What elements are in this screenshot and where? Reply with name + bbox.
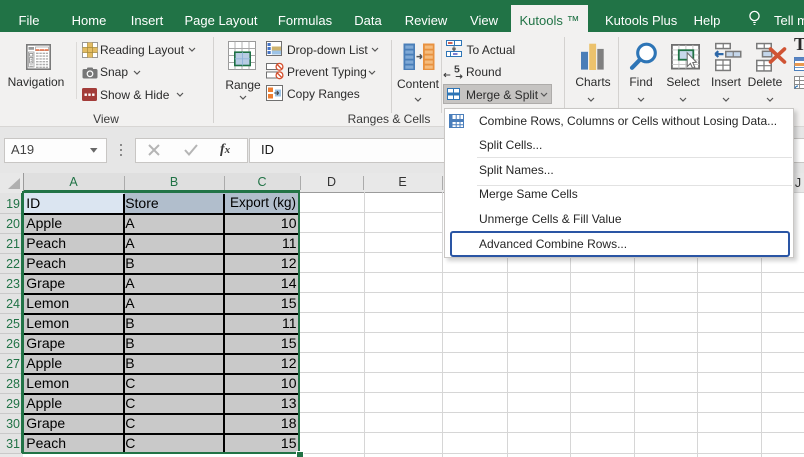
svg-text:5: 5 <box>454 64 460 76</box>
